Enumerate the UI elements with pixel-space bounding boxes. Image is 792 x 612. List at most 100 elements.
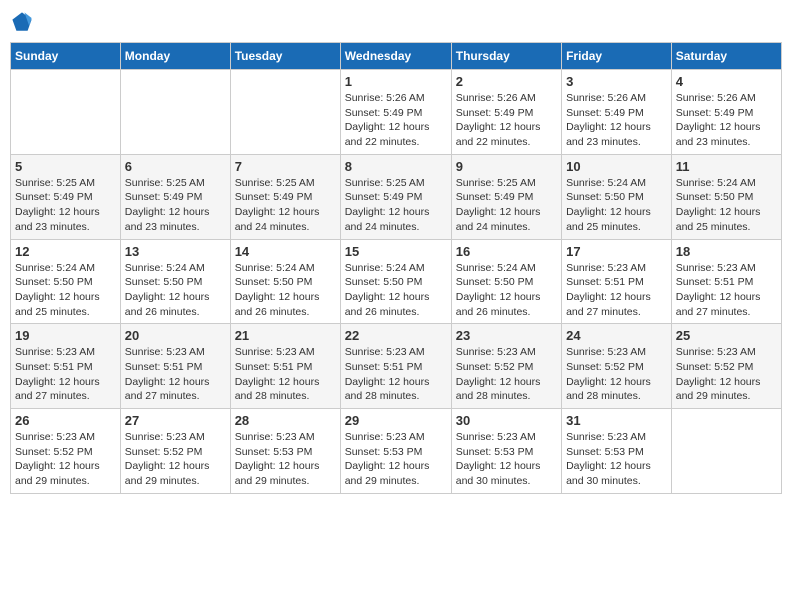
day-info: Sunrise: 5:23 AM Sunset: 5:51 PM Dayligh… [235,345,336,404]
day-number: 25 [676,328,777,343]
calendar-cell: 10 Sunrise: 5:24 AM Sunset: 5:50 PM Dayli… [562,154,672,239]
calendar-cell: 13 Sunrise: 5:24 AM Sunset: 5:50 PM Dayli… [120,239,230,324]
day-info: Sunrise: 5:25 AM Sunset: 5:49 PM Dayligh… [456,176,557,235]
weekday-header-sunday: Sunday [11,43,121,70]
day-number: 13 [125,244,226,259]
day-number: 5 [15,159,116,174]
day-number: 31 [566,413,667,428]
day-number: 6 [125,159,226,174]
day-info: Sunrise: 5:26 AM Sunset: 5:49 PM Dayligh… [345,91,447,150]
day-info: Sunrise: 5:26 AM Sunset: 5:49 PM Dayligh… [456,91,557,150]
day-number: 8 [345,159,447,174]
calendar-cell: 17 Sunrise: 5:23 AM Sunset: 5:51 PM Dayli… [562,239,672,324]
calendar-cell: 12 Sunrise: 5:24 AM Sunset: 5:50 PM Dayli… [11,239,121,324]
calendar-cell: 25 Sunrise: 5:23 AM Sunset: 5:52 PM Dayli… [671,324,781,409]
day-info: Sunrise: 5:26 AM Sunset: 5:49 PM Dayligh… [566,91,667,150]
day-number: 30 [456,413,557,428]
calendar-cell: 3 Sunrise: 5:26 AM Sunset: 5:49 PM Daylig… [562,70,672,155]
day-info: Sunrise: 5:25 AM Sunset: 5:49 PM Dayligh… [15,176,116,235]
calendar-cell: 5 Sunrise: 5:25 AM Sunset: 5:49 PM Daylig… [11,154,121,239]
calendar-cell: 11Sunrise: 5:24 AM Sunset: 5:50 PM Dayli… [671,154,781,239]
day-info: Sunrise: 5:23 AM Sunset: 5:53 PM Dayligh… [566,430,667,489]
page-header [10,10,782,34]
day-info: Sunrise: 5:24 AM Sunset: 5:50 PM Dayligh… [235,261,336,320]
day-number: 10 [566,159,667,174]
calendar-cell: 30 Sunrise: 5:23 AM Sunset: 5:53 PM Dayli… [451,409,561,494]
calendar-cell: 16 Sunrise: 5:24 AM Sunset: 5:50 PM Dayli… [451,239,561,324]
day-info: Sunrise: 5:23 AM Sunset: 5:52 PM Dayligh… [125,430,226,489]
calendar-week-row: 19 Sunrise: 5:23 AM Sunset: 5:51 PM Dayli… [11,324,782,409]
day-info: Sunrise: 5:23 AM Sunset: 5:51 PM Dayligh… [676,261,777,320]
day-info: Sunrise: 5:23 AM Sunset: 5:52 PM Dayligh… [676,345,777,404]
day-number: 28 [235,413,336,428]
calendar-cell: 2 Sunrise: 5:26 AM Sunset: 5:49 PM Daylig… [451,70,561,155]
calendar-cell: 6 Sunrise: 5:25 AM Sunset: 5:49 PM Daylig… [120,154,230,239]
calendar-cell: 23Sunrise: 5:23 AM Sunset: 5:52 PM Dayli… [451,324,561,409]
day-number: 19 [15,328,116,343]
day-info: Sunrise: 5:23 AM Sunset: 5:53 PM Dayligh… [456,430,557,489]
calendar-cell: 1 Sunrise: 5:26 AM Sunset: 5:49 PM Daylig… [340,70,451,155]
day-number: 29 [345,413,447,428]
day-info: Sunrise: 5:24 AM Sunset: 5:50 PM Dayligh… [345,261,447,320]
day-number: 18 [676,244,777,259]
day-info: Sunrise: 5:23 AM Sunset: 5:51 PM Dayligh… [15,345,116,404]
weekday-header-row: SundayMondayTuesdayWednesdayThursdayFrid… [11,43,782,70]
weekday-header-tuesday: Tuesday [230,43,340,70]
weekday-header-thursday: Thursday [451,43,561,70]
day-number: 27 [125,413,226,428]
day-info: Sunrise: 5:24 AM Sunset: 5:50 PM Dayligh… [125,261,226,320]
day-number: 7 [235,159,336,174]
day-info: Sunrise: 5:23 AM Sunset: 5:52 PM Dayligh… [15,430,116,489]
calendar-cell [120,70,230,155]
day-info: Sunrise: 5:25 AM Sunset: 5:49 PM Dayligh… [125,176,226,235]
day-info: Sunrise: 5:26 AM Sunset: 5:49 PM Dayligh… [676,91,777,150]
weekday-header-saturday: Saturday [671,43,781,70]
weekday-header-wednesday: Wednesday [340,43,451,70]
calendar-cell [671,409,781,494]
calendar-cell: 4 Sunrise: 5:26 AM Sunset: 5:49 PM Daylig… [671,70,781,155]
day-number: 1 [345,74,447,89]
day-number: 17 [566,244,667,259]
day-info: Sunrise: 5:24 AM Sunset: 5:50 PM Dayligh… [456,261,557,320]
calendar-cell: 19 Sunrise: 5:23 AM Sunset: 5:51 PM Dayli… [11,324,121,409]
day-info: Sunrise: 5:25 AM Sunset: 5:49 PM Dayligh… [345,176,447,235]
calendar-cell [11,70,121,155]
logo-icon [10,10,34,34]
day-info: Sunrise: 5:23 AM Sunset: 5:53 PM Dayligh… [345,430,447,489]
day-info: Sunrise: 5:23 AM Sunset: 5:52 PM Dayligh… [566,345,667,404]
calendar-week-row: 26Sunrise: 5:23 AM Sunset: 5:52 PM Dayli… [11,409,782,494]
day-info: Sunrise: 5:23 AM Sunset: 5:51 PM Dayligh… [345,345,447,404]
calendar-cell: 21 Sunrise: 5:23 AM Sunset: 5:51 PM Dayli… [230,324,340,409]
day-number: 2 [456,74,557,89]
day-number: 16 [456,244,557,259]
calendar-cell: 29 Sunrise: 5:23 AM Sunset: 5:53 PM Dayli… [340,409,451,494]
day-number: 14 [235,244,336,259]
day-number: 11 [676,159,777,174]
calendar-cell: 15 Sunrise: 5:24 AM Sunset: 5:50 PM Dayli… [340,239,451,324]
calendar-cell [230,70,340,155]
day-info: Sunrise: 5:25 AM Sunset: 5:49 PM Dayligh… [235,176,336,235]
day-number: 22 [345,328,447,343]
day-info: Sunrise: 5:23 AM Sunset: 5:51 PM Dayligh… [125,345,226,404]
calendar-cell: 18 Sunrise: 5:23 AM Sunset: 5:51 PM Dayli… [671,239,781,324]
day-info: Sunrise: 5:23 AM Sunset: 5:52 PM Dayligh… [456,345,557,404]
day-info: Sunrise: 5:23 AM Sunset: 5:53 PM Dayligh… [235,430,336,489]
day-number: 21 [235,328,336,343]
weekday-header-friday: Friday [562,43,672,70]
calendar-cell: 26Sunrise: 5:23 AM Sunset: 5:52 PM Dayli… [11,409,121,494]
calendar-cell: 22 Sunrise: 5:23 AM Sunset: 5:51 PM Dayli… [340,324,451,409]
calendar-cell: 20 Sunrise: 5:23 AM Sunset: 5:51 PM Dayli… [120,324,230,409]
day-number: 4 [676,74,777,89]
day-number: 12 [15,244,116,259]
day-number: 3 [566,74,667,89]
calendar-table: SundayMondayTuesdayWednesdayThursdayFrid… [10,42,782,494]
day-info: Sunrise: 5:24 AM Sunset: 5:50 PM Dayligh… [566,176,667,235]
day-number: 15 [345,244,447,259]
calendar-cell: 31 Sunrise: 5:23 AM Sunset: 5:53 PM Dayli… [562,409,672,494]
day-number: 20 [125,328,226,343]
day-number: 24 [566,328,667,343]
calendar-week-row: 1 Sunrise: 5:26 AM Sunset: 5:49 PM Daylig… [11,70,782,155]
day-info: Sunrise: 5:23 AM Sunset: 5:51 PM Dayligh… [566,261,667,320]
day-info: Sunrise: 5:24 AM Sunset: 5:50 PM Dayligh… [15,261,116,320]
calendar-cell: 24 Sunrise: 5:23 AM Sunset: 5:52 PM Dayli… [562,324,672,409]
